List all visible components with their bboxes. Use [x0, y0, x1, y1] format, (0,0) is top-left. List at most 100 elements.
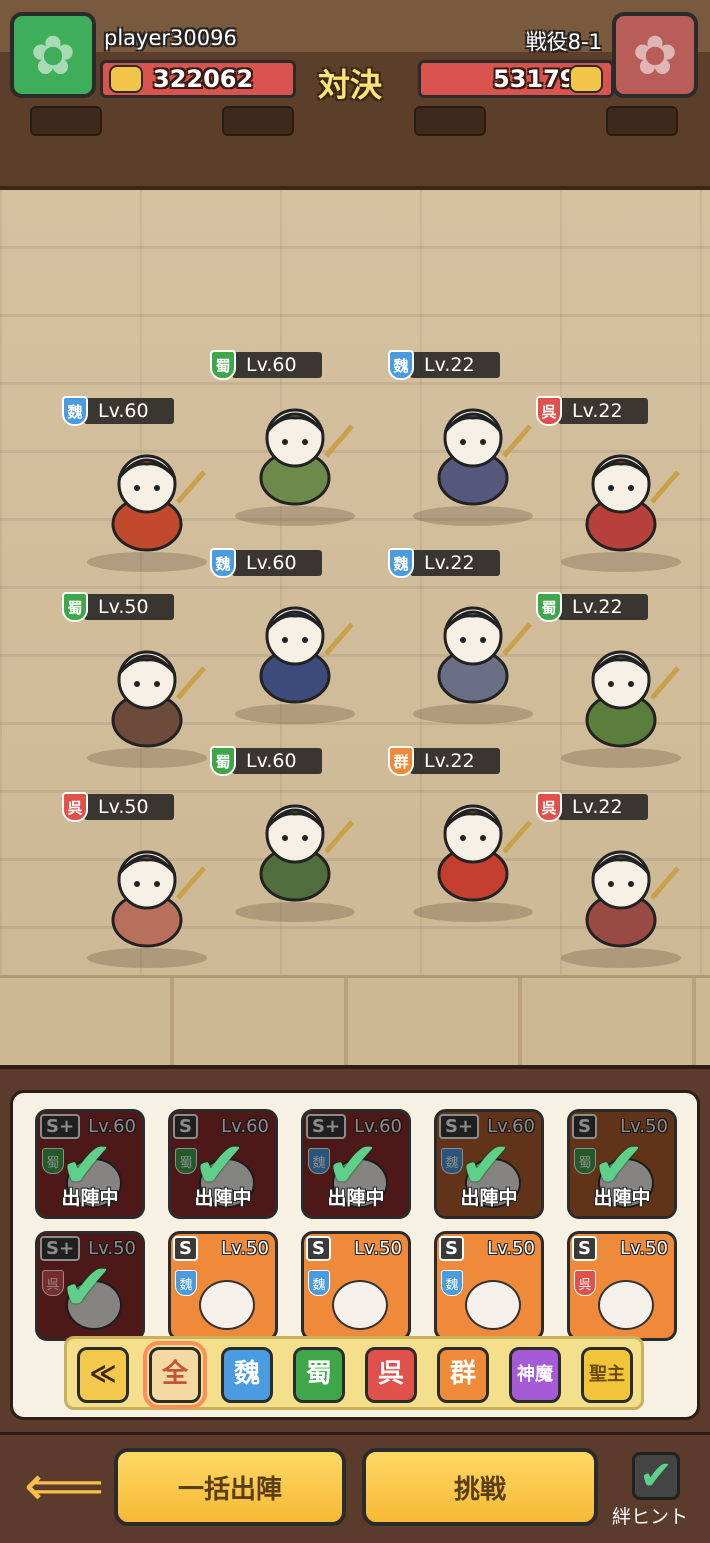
- challenge-button[interactable]: 挑戦: [362, 1448, 598, 1526]
- fist-power-icon: [109, 65, 143, 93]
- unit-level: Lv.22: [558, 794, 648, 820]
- unit-level: Lv.60: [232, 352, 322, 378]
- faction-badge: 呉: [536, 396, 562, 426]
- hero-level: Lv.50: [221, 1238, 269, 1259]
- deployed-label: 出陣中: [194, 1187, 252, 1209]
- filter-shenmo[interactable]: 神魔: [509, 1347, 561, 1403]
- field-unit[interactable]: 魏 Lv.22: [388, 350, 558, 530]
- hero-sprite: [111, 454, 206, 552]
- field-unit[interactable]: 魏 Lv.22: [388, 548, 558, 728]
- faction-badge: 蜀: [536, 592, 562, 622]
- hero-sprite: [585, 850, 680, 948]
- hero-card[interactable]: S+ Lv.60 魏 ✔ 出陣中: [434, 1109, 544, 1219]
- faction-filter-bar: ≪ 全魏蜀呉群神魔 聖主: [64, 1336, 644, 1410]
- hero-level: Lv.50: [354, 1238, 402, 1259]
- hero-sprite: [437, 606, 532, 704]
- field-unit[interactable]: 呉 Lv.22: [536, 396, 706, 576]
- filter-shu[interactable]: 蜀: [293, 1347, 345, 1403]
- filter-wu[interactable]: 呉: [365, 1347, 417, 1403]
- bond-hint-checkbox[interactable]: ✔: [632, 1452, 680, 1500]
- hero-level: Lv.50: [620, 1238, 668, 1259]
- hero-portrait: [598, 1280, 654, 1330]
- filter-all[interactable]: 全: [143, 1341, 207, 1409]
- unit-level: Lv.60: [232, 748, 322, 774]
- faction-badge: 魏: [388, 350, 414, 380]
- battlefield: 魏 Lv.60 蜀 Lv.60 魏 Lv.22 呉 Lv.22 魏 Lv.60 …: [0, 0, 710, 1065]
- unit-level-tag: 魏 Lv.22: [388, 350, 500, 380]
- collapse-chevron-icon[interactable]: ≪: [77, 1347, 129, 1403]
- faction-badge: 魏: [210, 548, 236, 578]
- wall-slot: [606, 106, 678, 136]
- field-unit[interactable]: 蜀 Lv.50: [62, 592, 232, 772]
- unit-level-tag: 群 Lv.22: [388, 746, 500, 776]
- hero-card[interactable]: S Lv.60 蜀 ✔ 出陣中: [168, 1109, 278, 1219]
- faction-badge: 魏: [62, 396, 88, 426]
- hero-card[interactable]: S Lv.50 蜀 ✔ 出陣中: [567, 1109, 677, 1219]
- hero-card[interactable]: S Lv.50 魏: [301, 1231, 411, 1341]
- flower-emblem-icon: ✿: [632, 23, 678, 87]
- faction-badge: 呉: [574, 1270, 596, 1296]
- deployed-label: 出陣中: [327, 1187, 385, 1209]
- hero-portrait: [199, 1280, 255, 1330]
- unit-level-tag: 魏 Lv.60: [62, 396, 174, 426]
- hero-card[interactable]: S+ Lv.60 魏 ✔ 出陣中: [301, 1109, 411, 1219]
- faction-badge: 蜀: [210, 350, 236, 380]
- filter-wei[interactable]: 魏: [221, 1347, 273, 1403]
- top-hud: ✿ player30096 322062 対決 戦役8-1 53179 ✿: [0, 0, 710, 110]
- filter-shengzhu[interactable]: 聖主: [581, 1347, 633, 1403]
- rank-badge: S: [306, 1236, 331, 1261]
- unit-level-tag: 蜀 Lv.22: [536, 592, 648, 622]
- faction-badge: 蜀: [62, 592, 88, 622]
- hero-sprite: [437, 804, 532, 902]
- unit-level: Lv.22: [558, 594, 648, 620]
- player-avatar[interactable]: ✿: [10, 12, 96, 98]
- hero-sprite: [259, 804, 354, 902]
- wall-slot: [30, 106, 102, 136]
- unit-level-tag: 蜀 Lv.60: [210, 350, 322, 380]
- unit-level: Lv.22: [558, 398, 648, 424]
- hero-card[interactable]: S Lv.50 魏: [434, 1231, 544, 1341]
- field-unit[interactable]: 蜀 Lv.60: [210, 746, 380, 926]
- hero-sprite: [585, 650, 680, 748]
- rank-badge: S: [439, 1236, 464, 1261]
- deployed-label: 出陣中: [593, 1187, 651, 1209]
- rank-badge: S: [173, 1236, 198, 1261]
- action-bar: [0, 1432, 710, 1543]
- hero-card[interactable]: S Lv.50 魏: [168, 1231, 278, 1341]
- auto-deploy-button[interactable]: 一括出陣: [114, 1448, 346, 1526]
- hero-sprite: [111, 850, 206, 948]
- field-unit[interactable]: 魏 Lv.60: [62, 396, 232, 576]
- deployed-label: 出陣中: [460, 1187, 518, 1209]
- unit-level: Lv.60: [232, 550, 322, 576]
- faction-badge: 魏: [388, 548, 414, 578]
- rank-badge: S: [572, 1236, 597, 1261]
- hero-card[interactable]: S Lv.50 呉: [567, 1231, 677, 1341]
- fist-power-icon: [569, 65, 603, 93]
- unit-level: Lv.60: [84, 398, 174, 424]
- hero-sprite: [259, 408, 354, 506]
- hero-card[interactable]: S+ Lv.50 呉 ✔: [35, 1231, 145, 1341]
- unit-level: Lv.22: [410, 748, 500, 774]
- hero-level: Lv.50: [487, 1238, 535, 1259]
- filter-qun[interactable]: 群: [437, 1347, 489, 1403]
- wall-slot: [222, 106, 294, 136]
- faction-badge: 蜀: [210, 746, 236, 776]
- player-power-bar: 322062: [100, 60, 296, 98]
- hero-sprite: [259, 606, 354, 704]
- unit-level: Lv.22: [410, 550, 500, 576]
- field-unit[interactable]: 蜀 Lv.22: [536, 592, 706, 772]
- faction-badge: 魏: [441, 1270, 463, 1296]
- hero-card[interactable]: S+ Lv.60 蜀 ✔ 出陣中: [35, 1109, 145, 1219]
- player-power-value: 322062: [153, 65, 254, 93]
- unit-level: Lv.22: [410, 352, 500, 378]
- field-unit[interactable]: 群 Lv.22: [388, 746, 558, 926]
- field-unit[interactable]: 呉 Lv.22: [536, 792, 706, 972]
- field-unit[interactable]: 魏 Lv.60: [210, 548, 380, 728]
- back-arrow-icon[interactable]: ⟸: [24, 1458, 104, 1516]
- field-unit[interactable]: 蜀 Lv.60: [210, 350, 380, 530]
- hero-sprite: [437, 408, 532, 506]
- unit-level-tag: 呉 Lv.22: [536, 396, 648, 426]
- faction-badge: 群: [388, 746, 414, 776]
- enemy-avatar[interactable]: ✿: [612, 12, 698, 98]
- field-unit[interactable]: 呉 Lv.50: [62, 792, 232, 972]
